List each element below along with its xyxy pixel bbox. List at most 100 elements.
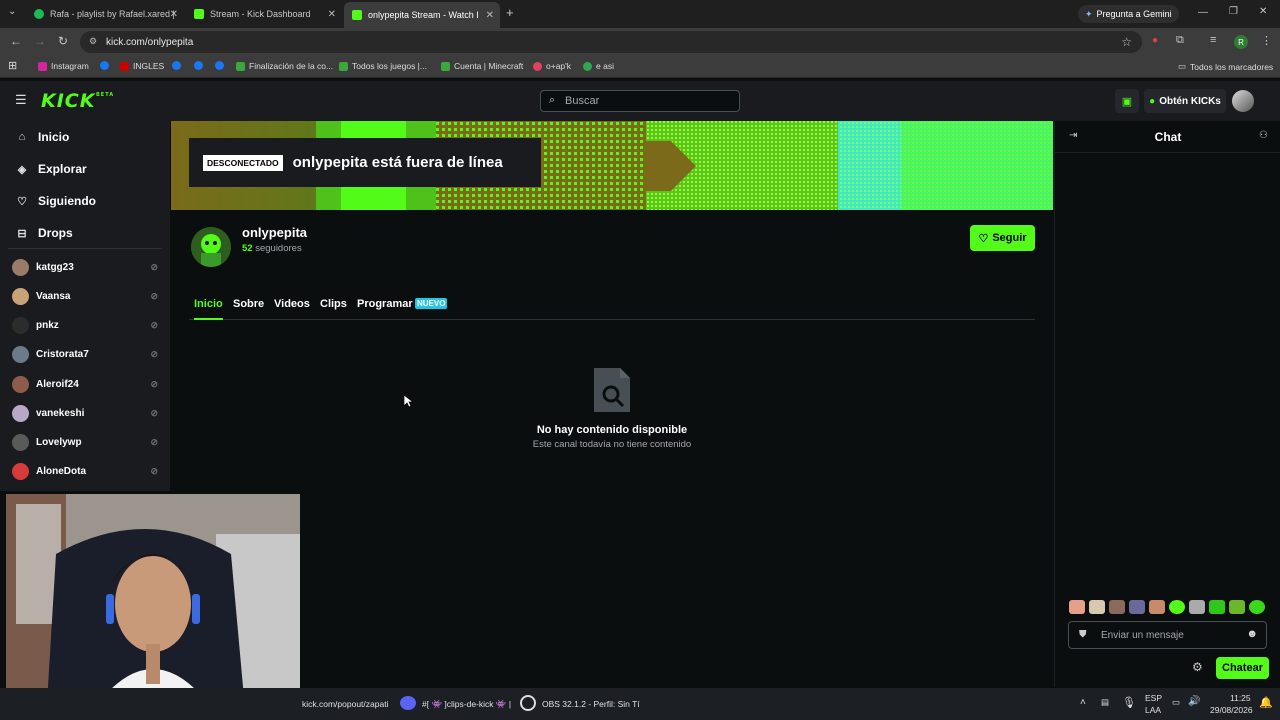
emote-icon[interactable] bbox=[1129, 600, 1145, 614]
taskbar-item-browser[interactable]: kick.com/popout/zapati bbox=[302, 699, 388, 709]
gemini-button[interactable]: ✦ Pregunta a Gemini bbox=[1078, 5, 1179, 23]
emote-icon[interactable] bbox=[1069, 600, 1085, 614]
bookmark-cuenta-minecraft[interactable]: Cuenta | Minecraft bbox=[441, 61, 523, 71]
search-placeholder: Buscar bbox=[565, 95, 600, 107]
tray-expand-icon[interactable]: ˄ bbox=[1080, 697, 1086, 708]
microphone-icon[interactable]: 🎙 bbox=[1122, 696, 1136, 709]
bookmark-facebook-2[interactable] bbox=[172, 61, 185, 70]
taskbar-item-obs[interactable]: OBS 32.1.2 - Perfil: Sin Tí bbox=[542, 699, 640, 709]
close-tab-icon[interactable]: ✕ bbox=[170, 9, 178, 20]
shield-icon: ⛊ bbox=[1079, 629, 1087, 640]
get-kicks-button[interactable]: ● Obtén KICKs bbox=[1144, 89, 1226, 113]
channel-avatar[interactable] bbox=[191, 227, 231, 267]
mouse-cursor-icon bbox=[404, 395, 413, 408]
bookmark-facebook[interactable] bbox=[100, 61, 113, 70]
webcam-overlay bbox=[6, 494, 300, 720]
emote-icon[interactable] bbox=[1109, 600, 1125, 614]
browser-tab-2[interactable]: Stream - Kick Dashboard ✕ bbox=[186, 4, 342, 24]
search-input[interactable]: ⌕ Buscar bbox=[540, 90, 740, 112]
followed-channel[interactable]: AloneDota ⊘ bbox=[12, 461, 160, 481]
tab-programar[interactable]: Programar bbox=[357, 298, 413, 320]
notification-bell-icon[interactable]: 🔔 bbox=[1259, 696, 1273, 709]
taskbar-item-discord[interactable]: #[ 👾 ]clips-de-kick 👾 | bbox=[422, 699, 511, 710]
site-info-icon[interactable]: ⚙ bbox=[89, 36, 97, 47]
chat-send-button[interactable]: Chatear bbox=[1216, 657, 1269, 679]
chat-panel: ⇥ Chat ⚇ ⛊ Enviar un mensaje ☻ ⚙ Chatear bbox=[1054, 121, 1280, 687]
obs-icon[interactable] bbox=[520, 695, 536, 711]
kick-logo[interactable]: KICK BETA bbox=[41, 90, 113, 112]
tab-search-icon[interactable]: ⌄ bbox=[8, 6, 16, 17]
emote-icon[interactable] bbox=[1229, 600, 1245, 614]
followed-channel[interactable]: Lovelywp ⊘ bbox=[12, 432, 160, 452]
emote-icon[interactable] bbox=[1209, 600, 1225, 614]
tab-videos[interactable]: Videos bbox=[274, 298, 310, 320]
channel-name[interactable]: onlypepita bbox=[242, 225, 307, 240]
follow-button[interactable]: ♡ Seguir bbox=[970, 225, 1035, 251]
extension-icon[interactable]: ● bbox=[1152, 35, 1158, 46]
clock-date: 29/08/2026 bbox=[1210, 705, 1253, 715]
star-icon[interactable]: ☆ bbox=[1121, 35, 1132, 49]
bookmark-oapk[interactable]: o+ap'k bbox=[533, 61, 571, 71]
dashboard-icon[interactable]: ▣ bbox=[1115, 89, 1139, 113]
sidebar-item-drops[interactable]: ⊟ Drops bbox=[16, 226, 72, 240]
followed-channel[interactable]: pnkz ⊘ bbox=[12, 315, 160, 335]
bookmark-finalizacion[interactable]: Finalización de la co... bbox=[236, 61, 333, 71]
user-avatar[interactable] bbox=[1232, 90, 1254, 112]
emote-icon[interactable] bbox=[1249, 600, 1265, 614]
url-field[interactable]: ⚙ kick.com/onlypepita ☆ bbox=[80, 31, 1142, 53]
forward-icon[interactable]: → bbox=[34, 34, 46, 48]
close-tab-icon[interactable]: ✕ bbox=[328, 9, 336, 20]
browser-tab-1[interactable]: Rafa - playlist by Rafael.xared | ✕ bbox=[26, 4, 184, 24]
bookmark-facebook-3[interactable] bbox=[194, 61, 207, 70]
menu-dots-icon[interactable]: ⋮ bbox=[1261, 34, 1272, 47]
bookmark-instagram[interactable]: Instagram bbox=[38, 61, 89, 71]
reload-icon[interactable]: ↻ bbox=[58, 34, 68, 48]
emote-icon[interactable] bbox=[1169, 600, 1185, 614]
hamburger-menu-icon[interactable]: ☰ bbox=[15, 92, 27, 108]
emote-icon[interactable] bbox=[1149, 600, 1165, 614]
volume-icon[interactable]: 🔊 bbox=[1188, 696, 1200, 707]
followed-channel[interactable]: Cristorata7 ⊘ bbox=[12, 344, 160, 364]
language-indicator[interactable]: ESP bbox=[1145, 693, 1162, 703]
close-window-icon[interactable]: ✕ bbox=[1259, 6, 1267, 17]
bookmark-e-asi[interactable]: e asi bbox=[583, 61, 614, 71]
sidebar-item-siguiendo[interactable]: ♡ Siguiendo bbox=[16, 194, 96, 208]
media-control-icon[interactable]: ≡ bbox=[1210, 34, 1216, 46]
emote-icon[interactable] bbox=[1089, 600, 1105, 614]
tab-inicio[interactable]: Inicio bbox=[194, 298, 223, 320]
chat-settings-gear-icon[interactable]: ⚙ bbox=[1192, 660, 1203, 674]
tab-title: Stream - Kick Dashboard bbox=[210, 9, 311, 19]
clock-time[interactable]: 11:25 bbox=[1230, 693, 1251, 703]
tray-app-icon[interactable]: ▤ bbox=[1101, 697, 1109, 708]
back-icon[interactable]: ← bbox=[10, 34, 22, 48]
sidebar-item-inicio[interactable]: ⌂ Inicio bbox=[16, 130, 70, 144]
bookmark-label: Instagram bbox=[51, 61, 89, 71]
sidebar: ⌂ Inicio ◈ Explorar ♡ Siguiendo ⊟ Drops katg… bbox=[0, 121, 170, 491]
profile-avatar-icon[interactable]: R bbox=[1234, 35, 1248, 49]
followed-channel[interactable]: katgg23 ⊘ bbox=[12, 257, 160, 277]
network-icon[interactable]: ▭ bbox=[1172, 697, 1180, 708]
logo-text: KICK bbox=[41, 90, 96, 112]
bookmark-facebook-4[interactable] bbox=[215, 61, 228, 70]
all-bookmarks[interactable]: ▭ Todos los marcadores bbox=[1178, 61, 1273, 72]
users-icon[interactable]: ⚇ bbox=[1259, 130, 1268, 141]
bookmark-todos-juegos[interactable]: Todos los juegos |... bbox=[339, 61, 427, 71]
browser-tab-3-active[interactable]: onlypepita Stream - Watch Live ✕ bbox=[344, 2, 500, 28]
tab-sobre[interactable]: Sobre bbox=[233, 298, 264, 320]
followed-channel[interactable]: vanekeshi ⊘ bbox=[12, 403, 160, 423]
close-tab-icon[interactable]: ✕ bbox=[486, 10, 494, 21]
emote-icon[interactable] bbox=[1189, 600, 1205, 614]
followed-channel[interactable]: Aleroif24 ⊘ bbox=[12, 374, 160, 394]
sidebar-item-explorar[interactable]: ◈ Explorar bbox=[16, 162, 87, 176]
apps-grid-icon[interactable]: ⊞ bbox=[8, 59, 17, 72]
emoji-icon[interactable]: ☻ bbox=[1246, 628, 1258, 640]
maximize-icon[interactable]: ❐ bbox=[1229, 6, 1238, 17]
discord-icon[interactable] bbox=[400, 696, 416, 710]
extensions-puzzle-icon[interactable]: ⧉ bbox=[1176, 34, 1184, 47]
new-tab-button[interactable]: + bbox=[506, 5, 514, 20]
followed-channel[interactable]: Vaansa ⊘ bbox=[12, 286, 160, 306]
minimize-icon[interactable]: — bbox=[1198, 7, 1208, 18]
tab-clips[interactable]: Clips bbox=[320, 298, 347, 320]
chat-message-input[interactable]: ⛊ Enviar un mensaje ☻ bbox=[1068, 621, 1267, 649]
bookmark-ingles[interactable]: INGLES bbox=[120, 61, 164, 71]
